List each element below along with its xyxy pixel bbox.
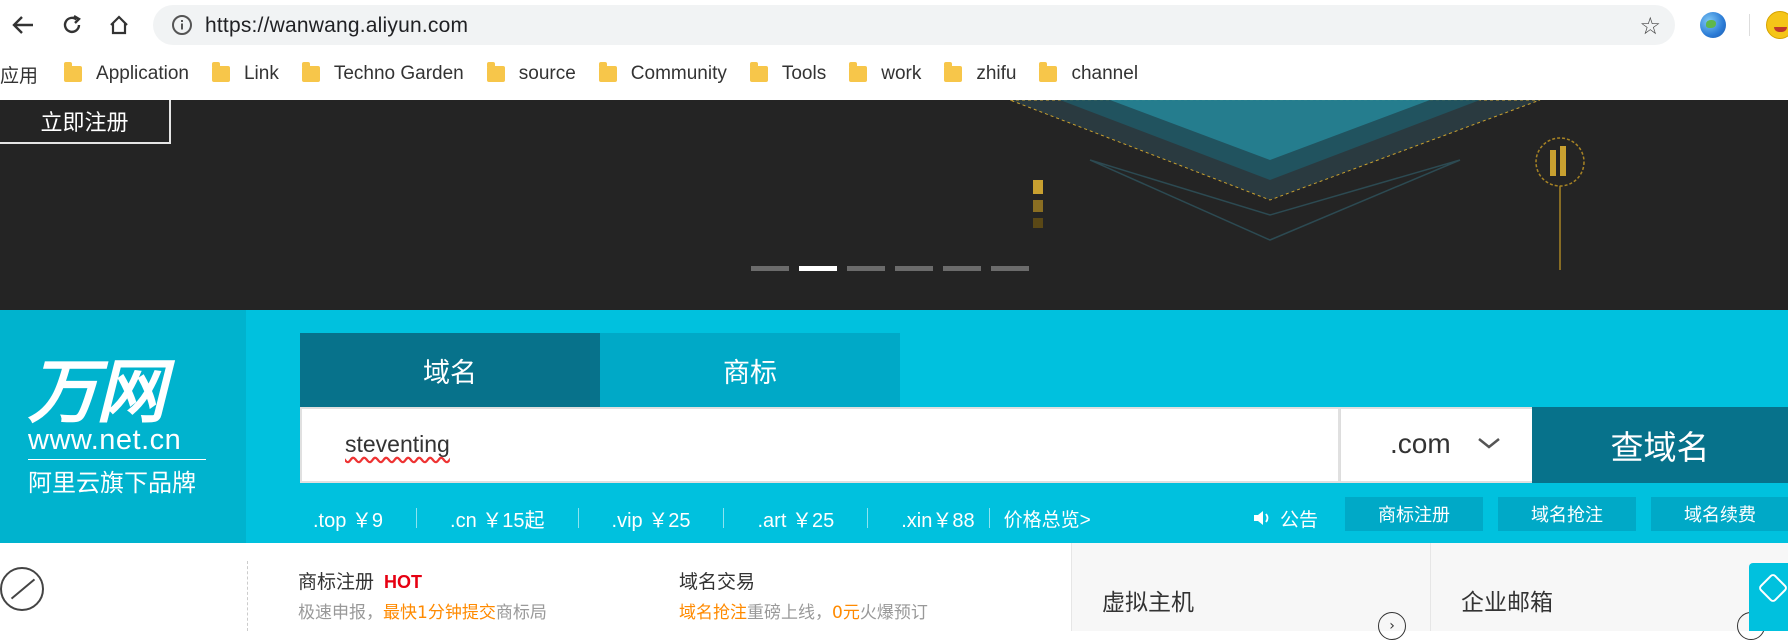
folder-icon xyxy=(598,62,617,82)
folder-icon xyxy=(849,62,868,82)
floating-service-widget[interactable] xyxy=(1749,563,1788,631)
carousel-dot[interactable] xyxy=(895,266,933,271)
price-vip[interactable]: .vip ￥25 xyxy=(612,504,691,533)
tld-select[interactable]: .com xyxy=(1340,407,1532,483)
logo-url: www.net.cn xyxy=(28,424,182,456)
enterprise-mail-title: 企业邮箱 xyxy=(1461,590,1553,616)
folder-icon xyxy=(486,62,505,82)
bookmark-link[interactable]: Link xyxy=(211,62,279,85)
domain-search-band: 万网 www.net.cn 阿里云旗下品牌 域名 商标 steventing .… xyxy=(0,310,1788,543)
bookmark-techno-garden[interactable]: Techno Garden xyxy=(301,62,464,85)
logo-subtitle: 阿里云旗下品牌 xyxy=(28,469,196,497)
bookmark-star-icon[interactable]: ☆ xyxy=(1639,12,1661,40)
folder-icon xyxy=(1039,62,1058,82)
domain-trade-desc: 域名抢注重磅上线，0元火爆预订 xyxy=(679,603,928,623)
price-cn[interactable]: .cn ￥15起 xyxy=(450,504,545,533)
home-icon[interactable] xyxy=(104,10,134,40)
features-section: 商标注册 HOT 极速申报，最快1分钟提交商标局 域名交易 域名抢注重磅上线，0元… xyxy=(0,543,1788,640)
carousel-dot-active[interactable] xyxy=(799,266,837,271)
bookmark-source[interactable]: source xyxy=(486,62,576,85)
carousel-dot[interactable] xyxy=(847,266,885,271)
domain-search-input[interactable]: steventing xyxy=(300,407,1340,483)
trademark-feature-title[interactable]: 商标注册 HOT xyxy=(298,567,422,594)
price-divider xyxy=(416,508,418,528)
bookmark-channel[interactable]: channel xyxy=(1039,62,1138,85)
carousel-indicators xyxy=(751,266,1029,271)
trademark-register-button[interactable]: 商标注册 xyxy=(1345,497,1483,531)
back-arrow-icon[interactable] xyxy=(8,10,38,40)
search-query: steventing xyxy=(345,431,450,457)
enterprise-mail-card[interactable]: 企业邮箱 › xyxy=(1430,543,1788,640)
folder-icon xyxy=(211,62,230,82)
bookmark-zhifu[interactable]: zhifu xyxy=(944,62,1016,85)
tab-trademark[interactable]: 商标 xyxy=(600,333,900,407)
logo-title: 万网 xyxy=(28,351,166,433)
chevron-down-icon xyxy=(1478,438,1500,449)
register-now-button[interactable]: 立即注册 xyxy=(0,100,171,144)
carousel-dot[interactable] xyxy=(943,266,981,271)
bookmark-application[interactable]: Application xyxy=(64,62,189,85)
bookmark-work[interactable]: work xyxy=(849,62,921,85)
carousel-dot[interactable] xyxy=(751,266,789,271)
virtual-host-title: 虚拟主机 xyxy=(1102,590,1194,616)
dashed-divider xyxy=(247,561,248,631)
address-bar[interactable]: https://wanwang.aliyun.com ☆ xyxy=(153,5,1675,45)
folder-icon xyxy=(944,62,963,82)
notice-link[interactable]: 公告 xyxy=(1252,502,1318,534)
folder-icon xyxy=(301,62,320,82)
price-overview-link[interactable]: 价格总览> xyxy=(1004,505,1091,532)
price-divider xyxy=(723,508,725,528)
trademark-feature-desc: 极速申报，最快1分钟提交商标局 xyxy=(298,603,547,623)
bookmark-community[interactable]: Community xyxy=(598,62,727,85)
globe-extension-icon[interactable] xyxy=(1700,12,1726,38)
wanwang-logo[interactable]: 万网 www.net.cn 阿里云旗下品牌 xyxy=(0,310,246,543)
logo-divider xyxy=(28,459,206,460)
price-top[interactable]: .top ￥9 xyxy=(313,504,383,533)
folder-icon xyxy=(749,62,768,82)
price-divider xyxy=(988,508,990,528)
price-xin[interactable]: .xin￥88 xyxy=(901,504,974,533)
browser-chrome: https://wanwang.aliyun.com ☆ 应用 Applicat… xyxy=(0,0,1788,100)
url-text[interactable]: https://wanwang.aliyun.com xyxy=(205,14,468,38)
chevron-right-icon[interactable]: › xyxy=(1378,612,1406,640)
bookmark-apps[interactable]: 应用 xyxy=(0,61,38,88)
domain-snatch-button[interactable]: 域名抢注 xyxy=(1498,497,1636,531)
bookmarks-bar: 应用 Application Link Techno Garden source… xyxy=(0,56,1161,92)
profile-avatar[interactable] xyxy=(1766,11,1788,39)
compass-icon xyxy=(0,567,44,611)
info-icon[interactable] xyxy=(171,14,193,36)
tab-domain[interactable]: 域名 xyxy=(300,333,600,407)
search-domain-button[interactable]: 查域名 xyxy=(1532,407,1788,483)
folder-icon xyxy=(64,62,83,82)
tech-illustration xyxy=(1009,100,1585,270)
hero-banner: 立即注册 xyxy=(0,100,1788,310)
price-divider xyxy=(577,508,579,528)
hot-badge: HOT xyxy=(384,572,423,592)
speaker-icon xyxy=(1254,511,1269,525)
tld-selected: .com xyxy=(1390,428,1451,459)
reload-icon[interactable] xyxy=(57,10,87,40)
toolbar-divider xyxy=(1749,14,1750,36)
carousel-dot[interactable] xyxy=(991,266,1029,271)
tld-price-list: .top ￥9 .cn ￥15起 .vip ￥25 .art ￥25 .xin￥… xyxy=(300,502,1091,534)
virtual-host-card[interactable]: 虚拟主机 › xyxy=(1071,543,1430,640)
domain-trade-title[interactable]: 域名交易 xyxy=(679,567,755,594)
price-art[interactable]: .art ￥25 xyxy=(757,504,834,533)
bookmark-tools[interactable]: Tools xyxy=(749,62,826,85)
domain-renew-button[interactable]: 域名续费 xyxy=(1651,497,1788,531)
price-divider xyxy=(867,508,869,528)
